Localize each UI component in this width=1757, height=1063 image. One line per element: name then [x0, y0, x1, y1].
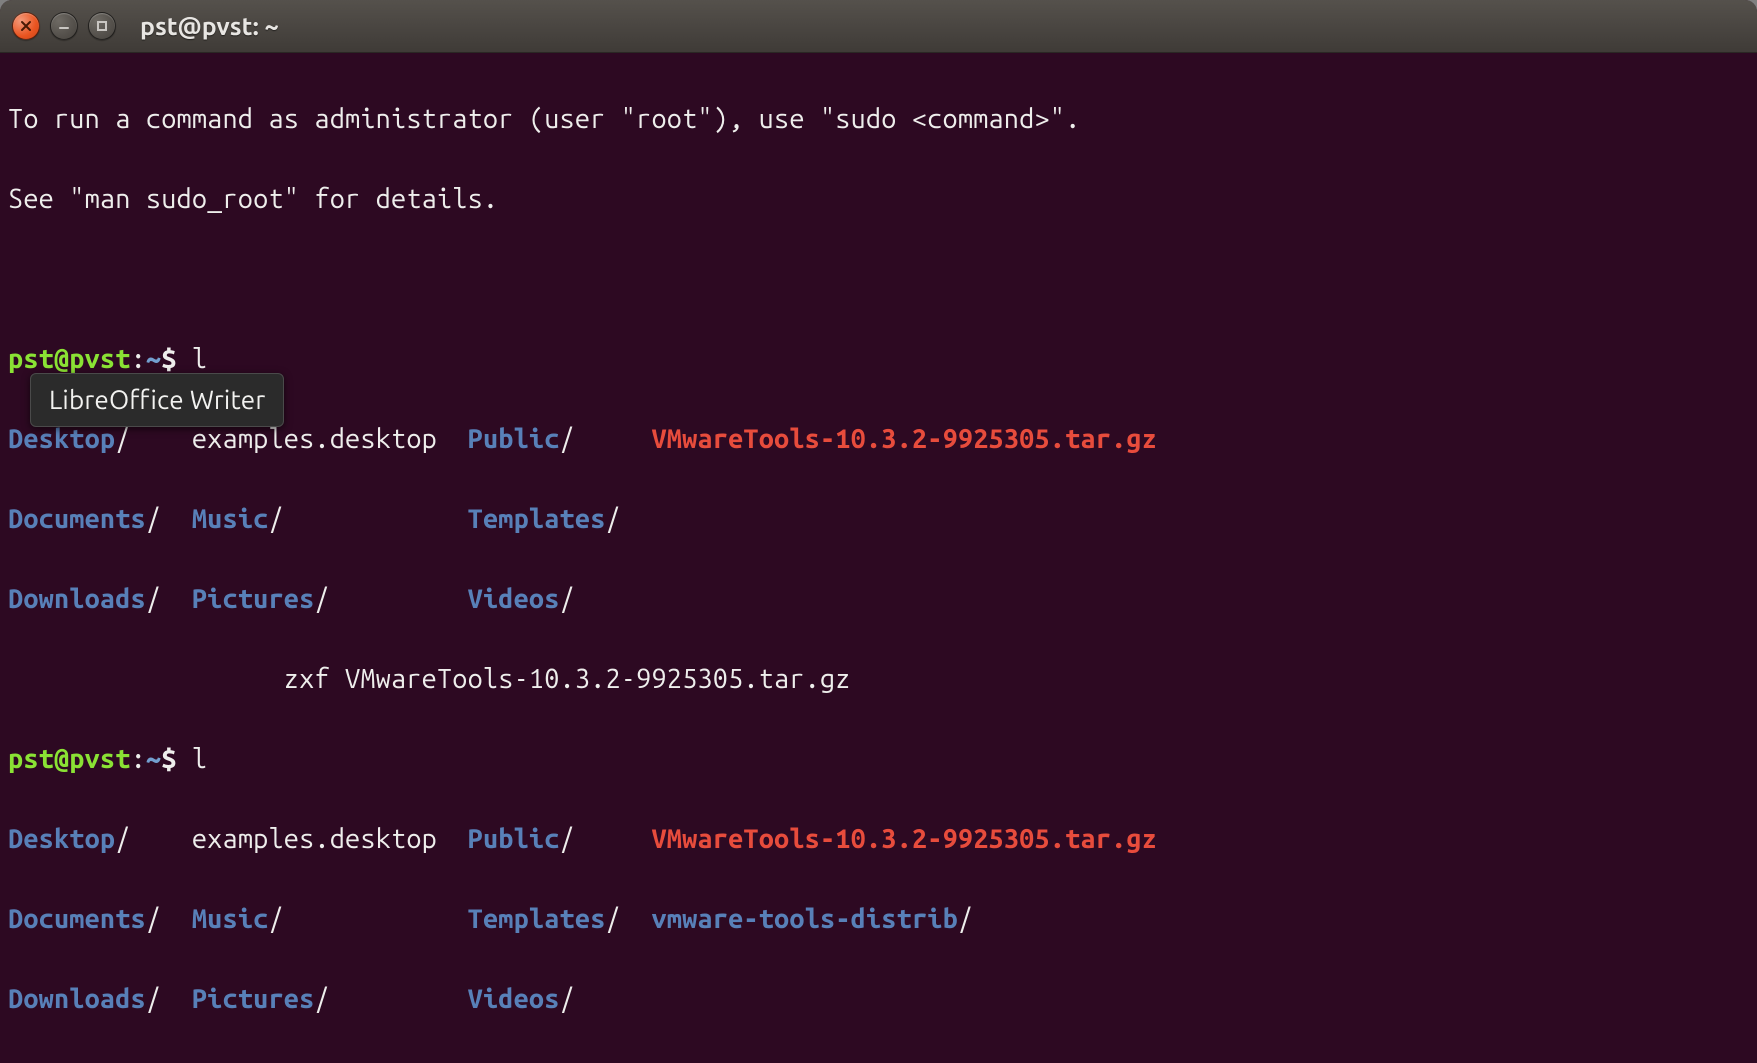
prompt-sep: : — [131, 744, 146, 774]
ls-slash: / — [606, 904, 621, 934]
ls-slash: / — [146, 984, 161, 1014]
ls-dir: Videos — [468, 584, 560, 614]
ls-slash: / — [146, 504, 161, 534]
window-title: pst@pvst: ~ — [140, 12, 279, 40]
ls-dir: Desktop — [8, 824, 115, 854]
ls-dir: Documents — [8, 904, 146, 934]
prompt-sep: : — [131, 344, 146, 374]
titlebar[interactable]: pst@pvst: ~ — [0, 0, 1757, 53]
ls-dir: Pictures — [192, 984, 315, 1014]
ls-slash: / — [115, 824, 130, 854]
ls-slash: / — [560, 984, 575, 1014]
maximize-icon[interactable] — [88, 12, 116, 40]
ls-dir: Templates — [468, 904, 606, 934]
prompt-path: ~ — [146, 744, 161, 774]
prompt-userhost: pst@pvst — [8, 744, 131, 774]
ls-slash: / — [560, 584, 575, 614]
ls-dir: Public — [468, 424, 560, 454]
ls-slash: / — [560, 424, 575, 454]
command-text: l — [192, 744, 207, 774]
ls-dir: Public — [468, 824, 560, 854]
ls-slash: / — [115, 424, 130, 454]
ls-dir: Documents — [8, 504, 146, 534]
command-text: l — [192, 344, 207, 374]
command-text: zxf VMwareTools-10.3.2-9925305.tar.gz — [284, 664, 851, 694]
motd-line: To run a command as administrator (user … — [8, 104, 1080, 134]
terminal-body[interactable]: To run a command as administrator (user … — [0, 53, 1757, 1063]
ls-slash: / — [560, 824, 575, 854]
ls-dir: Music — [192, 504, 269, 534]
ls-slash: / — [606, 504, 621, 534]
ls-archive: VMwareTools-10.3.2-9925305.tar.gz — [651, 824, 1157, 854]
tooltip: LibreOffice Writer — [30, 373, 284, 427]
ls-dir: Downloads — [8, 584, 146, 614]
ls-slash: / — [314, 584, 329, 614]
terminal-window: pst@pvst: ~ To run a command as administ… — [0, 0, 1757, 1063]
ls-dir: Desktop — [8, 424, 115, 454]
ls-slash: / — [958, 904, 973, 934]
ls-dir: Pictures — [192, 584, 315, 614]
prompt-symbol: $ — [161, 344, 176, 374]
ls-dir: Music — [192, 904, 269, 934]
close-icon[interactable] — [12, 12, 40, 40]
minimize-icon[interactable] — [50, 12, 78, 40]
ls-slash: / — [268, 904, 283, 934]
prompt-path: ~ — [146, 344, 161, 374]
prompt-symbol: $ — [161, 744, 176, 774]
ls-dir: Videos — [468, 984, 560, 1014]
ls-dir: vmware-tools-distrib — [652, 904, 958, 934]
ls-dir: Templates — [468, 504, 606, 534]
ls-slash: / — [146, 904, 161, 934]
motd-line: See "man sudo_root" for details. — [8, 184, 498, 214]
ls-slash: / — [146, 584, 161, 614]
ls-file: examples.desktop — [192, 824, 437, 854]
ls-slash: / — [314, 984, 329, 1014]
prompt-userhost: pst@pvst — [8, 344, 131, 374]
ls-slash: / — [268, 504, 283, 534]
ls-archive: VMwareTools-10.3.2-9925305.tar.gz — [651, 424, 1157, 454]
ls-file: examples.desktop — [192, 424, 437, 454]
ls-dir: Downloads — [8, 984, 146, 1014]
